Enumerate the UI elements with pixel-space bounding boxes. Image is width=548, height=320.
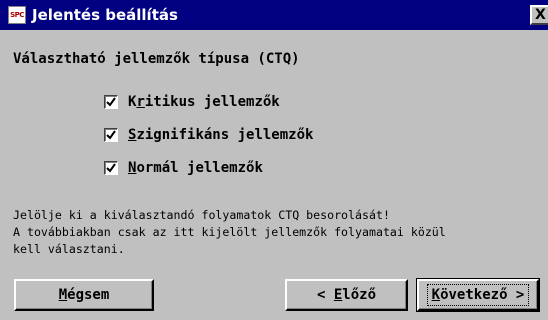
cancel-button[interactable]: Mégsem — [14, 279, 154, 311]
next-button-label: Következő > — [426, 284, 530, 306]
check-mark-icon — [106, 130, 116, 140]
check-mark-icon — [106, 163, 116, 173]
close-button[interactable]: X — [530, 5, 548, 25]
info-line: Jelölje ki a kiválasztandó folyamatok CT… — [13, 208, 390, 222]
spc-app-icon: SPC — [8, 6, 26, 24]
previous-button[interactable]: < Előző — [285, 279, 408, 311]
info-text: Jelölje ki a kiválasztandó folyamatok CT… — [13, 207, 548, 258]
checkbox-normal[interactable]: Normál jellemzők — [104, 158, 263, 178]
checkbox-normal-label: Normál jellemzők — [128, 160, 263, 176]
title-bar[interactable]: SPC Jelentés beállítás — [0, 0, 548, 30]
checkbox-significant-label: Szignifikáns jellemzők — [128, 127, 314, 143]
close-icon: X — [535, 7, 546, 23]
checkbox-critical-label: Kritikus jellemzők — [128, 94, 280, 110]
checkbox-critical-box[interactable] — [104, 95, 118, 109]
checkbox-normal-box[interactable] — [104, 161, 118, 175]
next-button[interactable]: Következő > — [416, 278, 540, 312]
cancel-button-label: Mégsem — [58, 287, 110, 303]
dialog-window: SPC Jelentés beállítás X Választható jel… — [0, 0, 548, 320]
checkbox-significant-box[interactable] — [104, 128, 118, 142]
previous-button-label: < Előző — [316, 287, 376, 303]
checkbox-critical[interactable]: Kritikus jellemzők — [104, 92, 280, 112]
info-line: A továbbiakban csak az itt kijelölt jell… — [13, 225, 446, 239]
info-line: kell választani. — [13, 242, 125, 256]
window-title: Jelentés beállítás — [32, 6, 178, 24]
section-heading: Választható jellemzők típusa (CTQ) — [13, 51, 300, 67]
check-mark-icon — [106, 97, 116, 107]
checkbox-significant[interactable]: Szignifikáns jellemzők — [104, 125, 313, 145]
